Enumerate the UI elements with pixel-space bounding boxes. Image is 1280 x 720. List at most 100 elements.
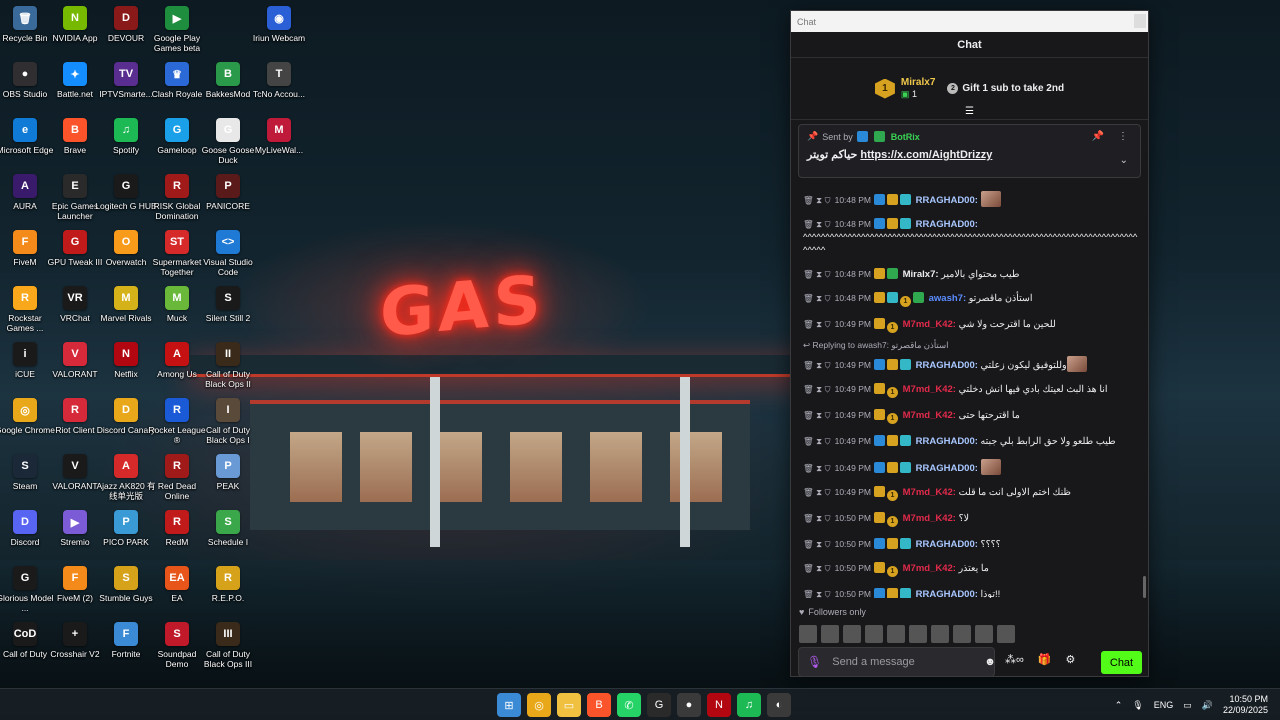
mod-tools-icon[interactable]: 🗑 ⧗ ⛉ [803,195,831,205]
desktop-icon[interactable]: R Riot Client [50,398,100,435]
desktop-icon[interactable]: <> Visual Studio Code [203,230,253,277]
volume-icon[interactable]: 🔊 [1202,700,1213,711]
desktop-icon[interactable]: e Microsoft Edge [0,118,53,155]
window-control[interactable] [1134,14,1146,28]
mod-tools-icon[interactable]: 🗑 ⧗ ⛉ [803,384,831,394]
desktop-icon[interactable]: I Call of Duty Black Ops I [203,398,253,445]
chat-scrollbar[interactable] [1143,576,1146,598]
more-options-icon[interactable]: ⋮ [1118,131,1128,142]
desktop-icon[interactable]: VR VRChat [50,286,100,323]
desktop-icon[interactable]: ▶ Stremio [50,510,100,547]
desktop-icon[interactable]: ♛ Clash Royale [152,62,202,99]
desktop-icon[interactable]: R Rocket League ® [148,398,206,445]
desktop-icon[interactable]: D DEVOUR [101,6,151,43]
desktop-icon[interactable]: S Steam [0,454,50,491]
gift-sub-cta[interactable]: 2 Gift 1 sub to take 2nd [947,83,1064,94]
desktop-icon[interactable]: M Marvel Rivals [100,286,152,323]
desktop-icon[interactable]: M Muck [152,286,202,323]
desktop-icon[interactable]: O Overwatch [101,230,151,267]
desktop-icon[interactable]: G Glorious Model ... [0,566,54,613]
desktop-icon[interactable]: P PICO PARK [101,510,151,547]
desktop-icon[interactable]: D Discord [0,510,50,547]
expand-icon[interactable]: ⌄ [1120,155,1128,166]
message-username[interactable]: M7md_K42: [900,513,959,524]
desktop-icon[interactable]: A AURA [0,174,50,211]
mod-tools-icon[interactable]: 🗑 ⧗ ⛉ [803,487,831,497]
mod-tools-icon[interactable]: 🗑 ⧗ ⛉ [803,360,831,370]
message-username[interactable]: awash7: [926,293,969,304]
desktop-icon[interactable]: B BakkesMod [203,62,253,99]
desktop-icon[interactable]: E Epic Games Launcher [50,174,100,221]
desktop-icon[interactable]: F Fortnite [101,622,151,659]
desktop-icon[interactable]: D Discord Canary [97,398,155,435]
desktop-icon[interactable]: ST Supermarket Together [152,230,202,277]
emote-option[interactable] [799,625,817,643]
desktop-icon[interactable]: ▶ Google Play Games beta [152,6,202,53]
desktop-icon[interactable]: ◎ Google Chrome [0,398,55,435]
send-chat-button[interactable]: Chat [1101,651,1142,674]
message-username[interactable]: M7md_K42: [900,410,959,421]
points-icon[interactable]: ⁂∞ [1005,653,1024,666]
message-username[interactable]: RRAGHAD00: [913,436,981,447]
message-username[interactable]: RRAGHAD00: [913,539,981,550]
desktop-icon[interactable]: G Gameloop [152,118,202,155]
brave-icon[interactable]: B [587,693,611,717]
language-indicator[interactable]: ENG [1154,700,1174,710]
desktop-icon[interactable]: ✦ Battle.net [50,62,100,99]
emote-option[interactable] [931,625,949,643]
desktop-icon[interactable]: P PANICORE [203,174,253,211]
leader-name[interactable]: Miralx7 [901,77,935,89]
settings-icon[interactable]: ⚙ [1066,653,1076,666]
message-username[interactable]: RRAGHAD00: [913,219,978,230]
pin-link[interactable]: https://x.com/AightDrizzy [860,149,992,161]
desktop-icon[interactable]: i iCUE [0,342,50,379]
desktop-icon[interactable]: F FiveM [0,230,50,267]
gift-icon[interactable]: 🎁 [1038,653,1052,666]
chevron-up-icon[interactable]: ⌃ [1115,700,1123,711]
mod-tools-icon[interactable]: 🗑 ⧗ ⛉ [803,293,831,303]
emote-option[interactable] [909,625,927,643]
emoji-icon[interactable]: ☻ [984,656,996,668]
discord-icon[interactable]: ◐ [767,693,791,717]
mod-tools-icon[interactable]: 🗑 ⧗ ⛉ [803,463,831,473]
mod-tools-icon[interactable]: 🗑 ⧗ ⛉ [803,589,831,598]
desktop-icon[interactable]: G Goose Goose Duck [202,118,254,165]
desktop-icon[interactable]: ◉ Iriun Webcam [253,6,305,43]
logitech-icon[interactable]: G [647,693,671,717]
desktop-icon[interactable]: M MyLiveWal... [254,118,304,155]
message-username[interactable]: M7md_K42: [900,384,959,395]
desktop-icon[interactable]: T TcNo Accou... [253,62,305,99]
start-icon[interactable]: ⊞ [497,693,521,717]
desktop-icon[interactable]: F FiveM (2) [50,566,100,603]
mod-tools-icon[interactable]: 🗑 ⧗ ⛉ [803,219,831,229]
chat-input[interactable] [832,656,975,668]
desktop-icon[interactable]: G Logitech G HUB [95,174,157,211]
desktop-icon[interactable]: G GPU Tweak III [48,230,102,267]
desktop-icon[interactable]: ♫ Spotify [101,118,151,155]
file-explorer-icon[interactable]: ▭ [557,693,581,717]
spotify-icon[interactable]: ♫ [737,693,761,717]
desktop-icon[interactable]: R Rockstar Games ... [0,286,50,333]
message-username[interactable]: RRAGHAD00: [913,360,981,371]
whatsapp-icon[interactable]: ✆ [617,693,641,717]
chrome-icon[interactable]: ◎ [527,693,551,717]
clock[interactable]: 10:50 PM 22/09/2025 [1223,694,1268,716]
desktop-icon[interactable]: V VALORANT [50,454,100,491]
desktop-icon[interactable]: N Netflix [101,342,151,379]
message-username[interactable]: RRAGHAD00: [913,589,981,598]
emote-option[interactable] [953,625,971,643]
desktop-icon[interactable]: V VALORANT [50,342,100,379]
mod-tools-icon[interactable]: 🗑 ⧗ ⛉ [803,513,831,523]
desktop-icon[interactable]: A Ajazz AK820 有线单光版 [96,454,156,501]
obs-icon[interactable]: ● [677,693,701,717]
mic-icon[interactable]: 🎙 [807,655,822,669]
emote-option[interactable] [887,625,905,643]
emote-option[interactable] [843,625,861,643]
mod-tools-icon[interactable]: 🗑 ⧗ ⛉ [803,539,831,549]
desktop-icon[interactable]: S Silent Still 2 [203,286,253,323]
mod-tools-icon[interactable]: 🗑 ⧗ ⛉ [803,563,831,573]
desktop-icon[interactable]: R RISK Global Domination [152,174,202,221]
mod-tools-icon[interactable]: 🗑 ⧗ ⛉ [803,410,831,420]
desktop-icon[interactable]: R R.E.P.O. [203,566,253,603]
message-username[interactable]: M7md_K42: [900,487,959,498]
